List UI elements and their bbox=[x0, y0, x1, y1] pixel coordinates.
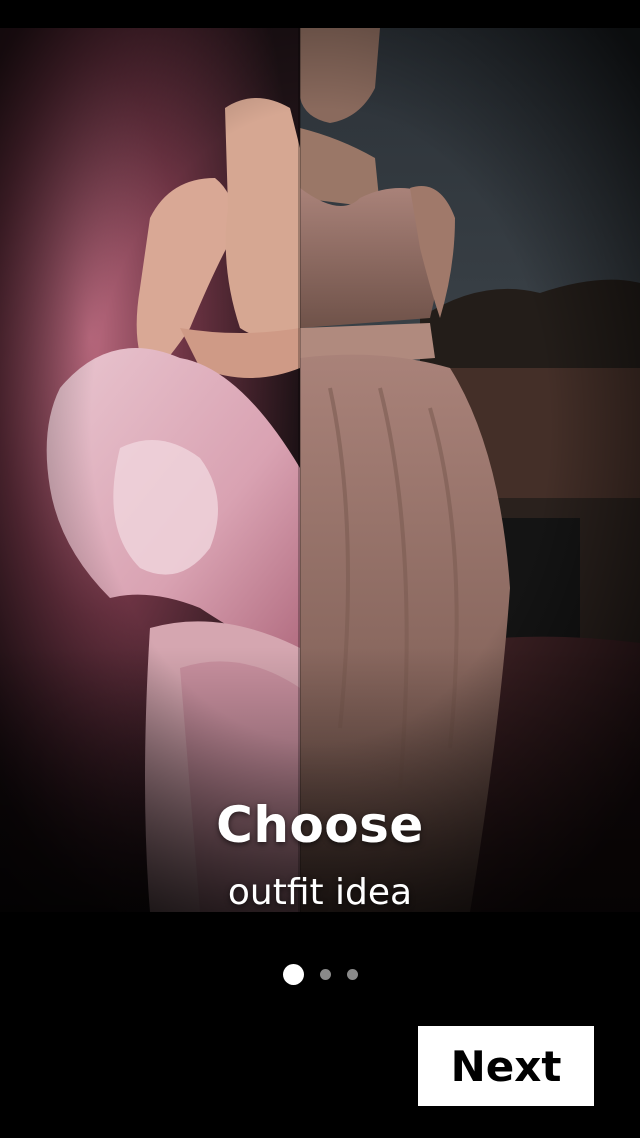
status-bar bbox=[0, 0, 640, 28]
page-dot[interactable] bbox=[319, 968, 331, 980]
hero-image bbox=[0, 28, 640, 912]
slide-title: Choose bbox=[216, 796, 424, 854]
onboarding-screen: Choose outfit idea Next bbox=[0, 0, 640, 1138]
next-button[interactable]: Next bbox=[418, 1026, 594, 1106]
slide-subtitle: outfit idea bbox=[227, 872, 413, 913]
page-dot[interactable] bbox=[346, 968, 358, 980]
page-indicator bbox=[0, 963, 640, 985]
page-dot-active[interactable] bbox=[282, 963, 304, 985]
